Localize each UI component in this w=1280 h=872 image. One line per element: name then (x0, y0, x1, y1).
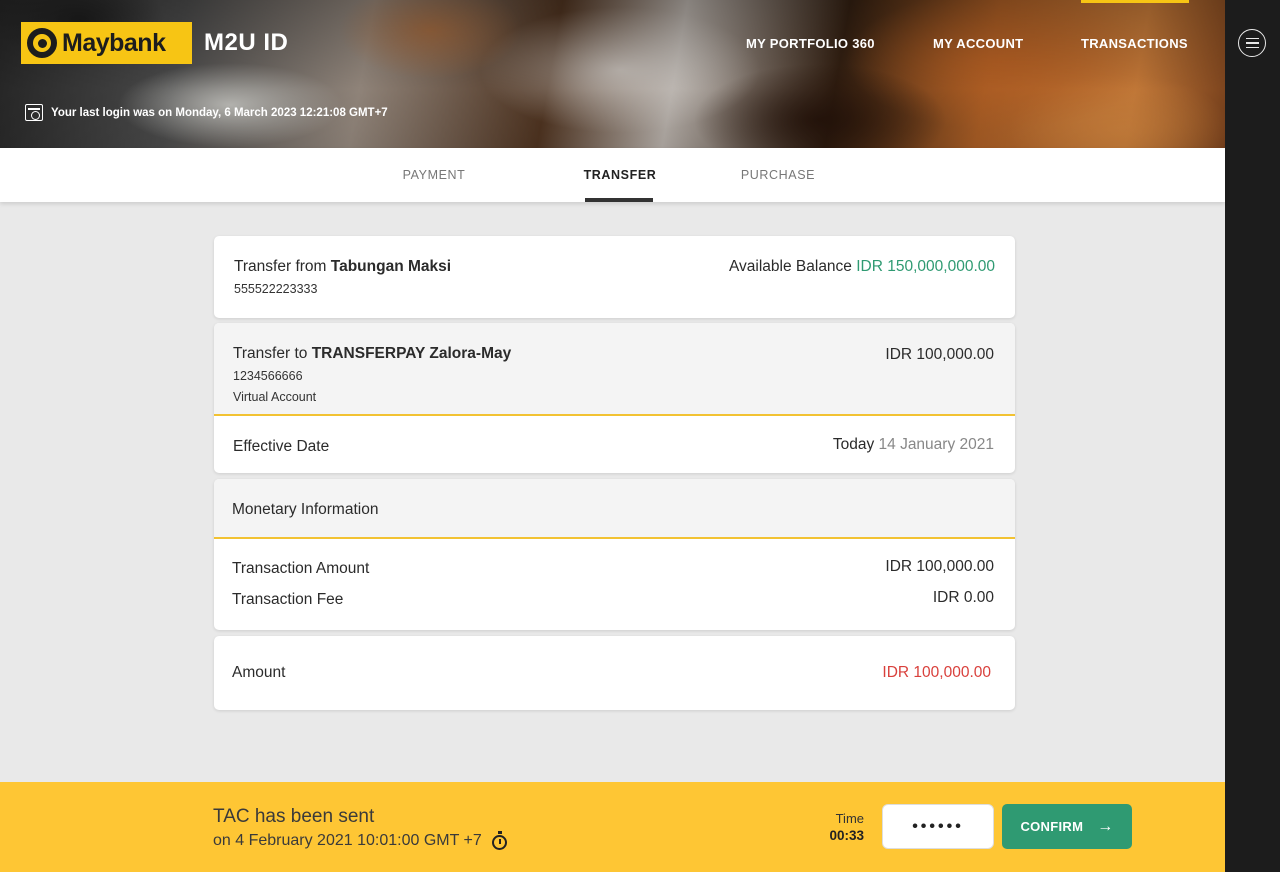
payee-name: TRANSFERPAY Zalora-May (311, 345, 512, 362)
effective-date-today: Today (832, 436, 875, 453)
stopwatch-icon (491, 830, 507, 850)
nav-active-indicator (1081, 0, 1189, 3)
transaction-amount-label: Transaction Amount (232, 560, 370, 577)
transfer-to-prefix: Transfer to (233, 345, 308, 362)
tab-transfer[interactable]: TRANSFER (579, 148, 661, 202)
transfer-to-amount: IDR 100,000.00 (885, 346, 994, 363)
transaction-fee-label: Transaction Fee (232, 591, 344, 608)
transfer-to-section (214, 323, 1015, 414)
time-label: Time (835, 811, 864, 826)
balance-value: IDR 150,000,000.00 (856, 258, 995, 275)
payee-account-type: Virtual Account (233, 390, 317, 404)
transfer-to-label: Transfer to TRANSFERPAY Zalora-May (233, 345, 511, 363)
section-divider (214, 537, 1015, 539)
nav-my-portfolio[interactable]: MY PORTFOLIO 360 (746, 36, 875, 51)
monetary-info-title: Monetary Information (232, 501, 379, 518)
effective-date-label: Effective Date (233, 438, 330, 455)
time-countdown: 00:33 (829, 828, 864, 843)
transaction-fee-value: IDR 0.00 (932, 589, 994, 606)
confirm-label: CONFIRM (1020, 819, 1084, 834)
nav-transactions[interactable]: TRANSACTIONS (1081, 36, 1188, 51)
available-balance: Available Balance IDR 150,000,000.00 (729, 258, 995, 276)
monetary-info-card: Monetary Information Transaction Amount … (214, 479, 1015, 630)
amount-value: IDR 100,000.00 (882, 664, 991, 681)
maybank-logo[interactable]: Maybank (21, 22, 192, 64)
side-rail (1225, 0, 1280, 872)
last-login-text: Your last login was on Monday, 6 March 2… (51, 106, 388, 119)
payee-account-number: 1234566666 (233, 369, 303, 383)
tac-sent-info: on 4 February 2021 10:01:00 GMT +7 (213, 830, 507, 850)
app-title: M2U ID (204, 29, 289, 56)
from-account-number: 555522223333 (234, 282, 318, 296)
tab-purchase[interactable]: PURCHASE (732, 148, 824, 202)
transaction-tabs: PAYMENT TRANSFER PURCHASE (0, 148, 1225, 202)
calendar-clock-icon (25, 104, 43, 121)
tac-input[interactable] (882, 804, 994, 849)
arrow-right-icon: → (1097, 817, 1114, 835)
hamburger-menu-icon[interactable] (1238, 29, 1266, 57)
amount-label: Amount (232, 664, 286, 681)
transaction-amount-value: IDR 100,000.00 (885, 558, 994, 575)
transfer-from-card: Transfer from Tabungan Maksi 55552222333… (214, 236, 1015, 318)
total-amount-card: Amount IDR 100,000.00 (214, 636, 1015, 710)
last-login-info: Your last login was on Monday, 6 March 2… (25, 104, 388, 121)
nav-my-account[interactable]: MY ACCOUNT (933, 36, 1023, 51)
tab-payment[interactable]: PAYMENT (390, 148, 478, 202)
effective-date-date: 14 January 2021 (878, 436, 994, 453)
from-account-name: Tabungan Maksi (330, 258, 452, 275)
tac-bar: TAC has been sent on 4 February 2021 10:… (0, 782, 1225, 872)
transfer-from-prefix: Transfer from (234, 258, 327, 275)
balance-label: Available Balance (728, 258, 852, 275)
effective-date-value: Today 14 January 2021 (833, 436, 994, 454)
tiger-icon (27, 28, 57, 58)
section-divider (214, 414, 1015, 416)
header-banner: Maybank M2U ID MY PORTFOLIO 360 MY ACCOU… (0, 0, 1225, 148)
transfer-to-card: Transfer to TRANSFERPAY Zalora-May 12345… (214, 323, 1015, 473)
active-tab-indicator (585, 198, 653, 202)
logo-text: Maybank (62, 28, 166, 57)
confirm-button[interactable]: CONFIRM → (1002, 804, 1132, 849)
tac-title: TAC has been sent (213, 806, 375, 827)
tac-sent-on: on 4 February 2021 10:01:00 GMT +7 (213, 832, 482, 849)
transfer-from-label: Transfer from Tabungan Maksi (234, 258, 451, 276)
